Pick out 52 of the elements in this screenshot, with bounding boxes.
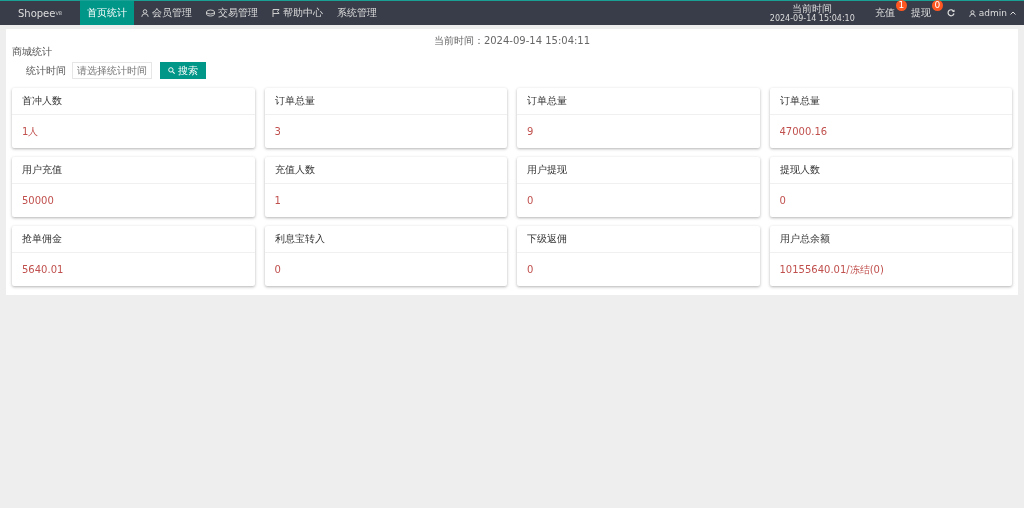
clock-label: 当前时间 — [792, 2, 833, 14]
card-value: 3 — [273, 125, 282, 139]
card-value: 0 — [273, 263, 282, 277]
refresh-icon[interactable] — [946, 9, 955, 17]
card-title: 利息宝转入 — [264, 226, 507, 253]
section-title: 商城统计 — [12, 45, 53, 59]
user-icon — [968, 9, 976, 17]
card-title: 下级返佣 — [517, 226, 760, 253]
card-title: 订单总量 — [517, 88, 760, 115]
clock-time: 2024-09-14 15:04:10 — [769, 13, 855, 24]
nav-tab[interactable]: 系统管理 — [330, 1, 384, 25]
card-title: 用户充值 — [12, 157, 255, 184]
nav-tab[interactable]: 首页统计 — [80, 1, 134, 25]
user-icon — [141, 9, 149, 17]
card-value: 1 — [273, 194, 282, 208]
notification-badge: 1 — [895, 0, 907, 11]
brand-logo[interactable]: Shopee$^{V8}$ — [0, 1, 80, 25]
card-title: 订单总量 — [264, 88, 507, 115]
nav-tab-label: 会员管理 — [152, 6, 192, 20]
date-field[interactable]: 请选择统计时间 — [72, 62, 152, 79]
card-value: 5640.01 — [21, 263, 65, 277]
search-button[interactable]: 搜索 — [160, 62, 206, 79]
nav-tab[interactable]: 交易管理 — [199, 1, 265, 25]
card-title: 提现人数 — [769, 157, 1012, 184]
card-value: 0 — [526, 263, 535, 277]
card-value: 50000 — [21, 194, 55, 208]
flag-icon — [272, 9, 280, 17]
nav-tab[interactable]: 会员管理 — [134, 1, 199, 25]
coins-icon — [206, 9, 215, 17]
notification-badge: 0 — [931, 0, 943, 11]
card-value: 1人 — [21, 125, 40, 139]
card-value: 9 — [526, 125, 535, 139]
card-title: 充值人数 — [264, 157, 507, 184]
card-title: 订单总量 — [769, 88, 1012, 115]
user-menu[interactable]: admin — [962, 1, 1024, 25]
nav-tab-label: 帮助中心 — [283, 6, 323, 20]
search-icon — [168, 67, 175, 74]
card-value: 0 — [526, 194, 535, 208]
card-title: 用户提现 — [517, 157, 760, 184]
nav-tab-label: 交易管理 — [218, 6, 258, 20]
card-title: 抢单佣金 — [12, 226, 255, 253]
card-value: 10155640.01/冻结(0) — [778, 263, 885, 277]
card-title: 用户总余额 — [769, 226, 1012, 253]
caret-icon — [1010, 11, 1016, 15]
filter-label: 统计时间 — [25, 63, 66, 78]
current-time: 当前时间：2024-09-14 15:04:11 — [432, 35, 592, 47]
card-title: 首冲人数 — [12, 88, 255, 115]
nav-tab-label: 首页统计 — [87, 6, 127, 20]
card-value: 0 — [778, 194, 787, 208]
card-value: 47000.16 — [778, 125, 829, 139]
nav-tab[interactable]: 帮助中心 — [265, 1, 330, 25]
nav-tab-label: 系统管理 — [337, 6, 377, 20]
